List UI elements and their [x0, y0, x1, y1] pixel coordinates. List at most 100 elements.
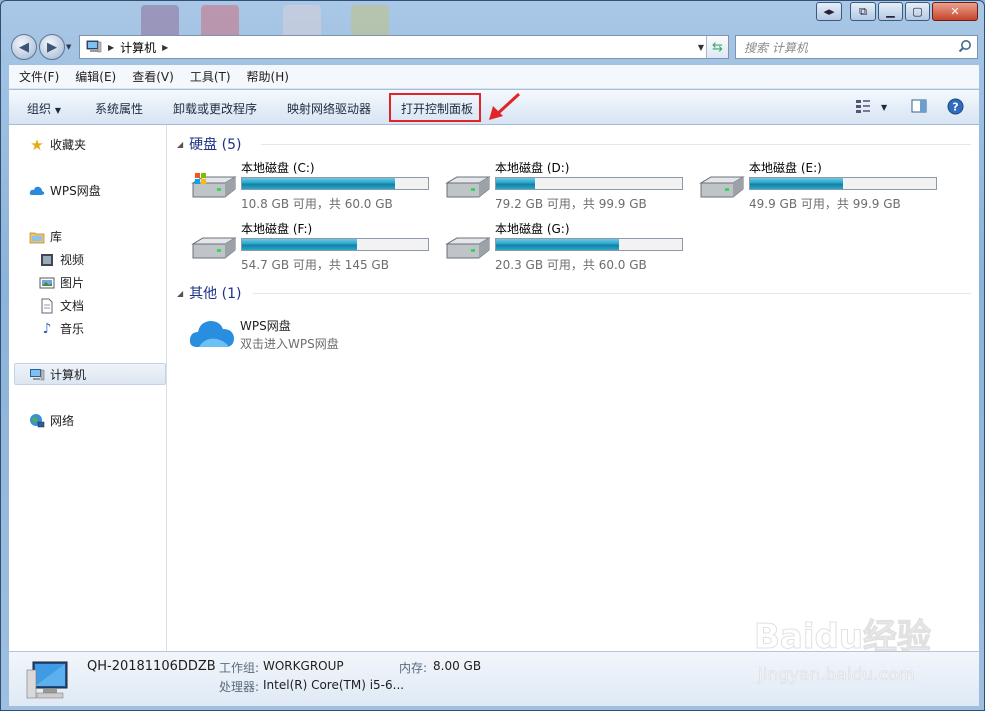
- search-icon[interactable]: [958, 39, 972, 53]
- forward-arrow-icon: ▶: [47, 39, 57, 55]
- group-title: 硬盘 (5): [189, 137, 242, 153]
- address-row: ◀ ▶ ▼ ▶ 计算机 ▶ ▼ ⇆ 搜索 计算机: [9, 33, 979, 61]
- map-network-drive-button[interactable]: 映射网络驱动器: [287, 100, 371, 117]
- organize-button[interactable]: 组织 ▼: [27, 100, 61, 117]
- highlight-box: [389, 93, 481, 122]
- hard-drive-icon: [191, 237, 237, 259]
- collapse-triangle-icon[interactable]: ◢: [177, 140, 183, 149]
- forward-button[interactable]: ▶: [39, 34, 65, 60]
- drive-usage-bar: [241, 238, 429, 251]
- close-button[interactable]: ✕: [932, 2, 978, 21]
- address-bar[interactable]: ▶ 计算机 ▶ ▼ ⇆: [79, 35, 729, 59]
- help-icon[interactable]: ?: [947, 98, 964, 115]
- breadcrumb-separator-icon[interactable]: ▶: [162, 43, 168, 52]
- maximize-button[interactable]: ▢: [905, 2, 930, 21]
- star-icon: ★: [30, 135, 44, 154]
- drive-name: 本地磁盘 (F:): [241, 222, 313, 236]
- nav-item-favorites[interactable]: ★ 收藏夹: [29, 135, 86, 154]
- nav-item-network[interactable]: 网络: [29, 412, 74, 429]
- drive-usage-fill: [242, 239, 358, 250]
- hard-drive-icon: [699, 176, 745, 198]
- drive-usage-bar: [749, 177, 937, 190]
- nav-item-videos[interactable]: 视频: [39, 251, 84, 268]
- refresh-icon[interactable]: ⇆: [706, 36, 728, 58]
- drive-free-space: 54.7 GB 可用，共 145 GB: [241, 258, 389, 272]
- drive-name: 本地磁盘 (D:): [495, 161, 570, 175]
- drive-tile[interactable]: 本地磁盘 (F:) 54.7 GB 可用，共 145 GB: [189, 220, 439, 272]
- group-header-other[interactable]: ◢ 其他 (1): [177, 283, 241, 303]
- hard-drive-icon: [191, 173, 237, 198]
- group-header-hard-disks[interactable]: ◢ 硬盘 (5): [177, 134, 241, 154]
- chevron-down-icon: ▼: [54, 106, 61, 115]
- back-button[interactable]: ◀: [11, 34, 37, 60]
- watermark-url: jingyan.baidu.com: [757, 665, 915, 685]
- menu-bar: 文件(F) 编辑(E) 查看(V) 工具(T) 帮助(H): [9, 65, 979, 89]
- organize-label: 组织: [27, 102, 52, 116]
- computer-name: QH-20181106DDZB: [87, 659, 216, 674]
- search-placeholder: 搜索 计算机: [744, 40, 808, 55]
- nav-label: 文档: [60, 299, 85, 313]
- nav-item-libraries[interactable]: 库: [29, 228, 62, 245]
- menu-help[interactable]: 帮助(H): [247, 68, 289, 85]
- switch-window-button[interactable]: ◂▸: [816, 2, 842, 21]
- memory-value: 8.00 GB: [433, 659, 482, 673]
- hard-drive-icon: [445, 237, 491, 259]
- drive-free-space: 20.3 GB 可用，共 60.0 GB: [495, 258, 647, 272]
- drive-tile[interactable]: 本地磁盘 (G:) 20.3 GB 可用，共 60.0 GB: [443, 220, 693, 272]
- nav-label: 库: [50, 230, 63, 244]
- group-title: 其他 (1): [189, 286, 242, 302]
- minimize-button[interactable]: ▁: [878, 2, 903, 21]
- view-dropdown-icon[interactable]: ▼: [881, 103, 887, 112]
- nav-item-wps-drive[interactable]: WPS网盘: [29, 182, 101, 199]
- drive-usage-bar: [495, 238, 683, 251]
- nav-item-documents[interactable]: 文档: [39, 297, 84, 314]
- nav-item-music[interactable]: ♪ 音乐: [39, 320, 84, 337]
- library-folder-icon: [29, 232, 45, 243]
- nav-label: WPS网盘: [50, 184, 101, 198]
- drive-free-space: 49.9 GB 可用，共 99.9 GB: [749, 197, 901, 211]
- history-dropdown-icon[interactable]: ▼: [66, 43, 71, 51]
- drive-usage-fill: [496, 178, 536, 189]
- nav-item-pictures[interactable]: 图片: [39, 274, 84, 291]
- red-arrow-icon: [489, 92, 521, 120]
- window-mode-button[interactable]: ⧉: [850, 2, 876, 21]
- picture-icon: [39, 277, 55, 288]
- item-name: WPS网盘: [240, 319, 291, 333]
- music-note-icon: ♪: [42, 320, 52, 337]
- cpu-value: Intel(R) Core(TM) i5-6...: [263, 678, 405, 692]
- drive-tile[interactable]: 本地磁盘 (E:) 49.9 GB 可用，共 99.9 GB: [697, 159, 947, 211]
- menu-view[interactable]: 查看(V): [132, 68, 174, 85]
- item-description: 双击进入WPS网盘: [240, 337, 339, 351]
- uninstall-program-button[interactable]: 卸载或更改程序: [173, 100, 257, 117]
- nav-label: 网络: [50, 414, 75, 428]
- svg-text:?: ?: [952, 101, 958, 114]
- drive-usage-bar: [495, 177, 683, 190]
- menu-tools[interactable]: 工具(T): [190, 68, 231, 85]
- command-bar: 组织 ▼ 系统属性 卸载或更改程序 映射网络驱动器 打开控制面板 ▼ ?: [9, 90, 979, 125]
- group-divider: [253, 293, 971, 294]
- nav-item-computer[interactable]: 计算机: [29, 366, 86, 383]
- nav-label: 音乐: [60, 322, 85, 336]
- breadcrumb-computer[interactable]: 计算机: [120, 39, 156, 56]
- breadcrumb-separator-icon: ▶: [108, 42, 115, 52]
- address-dropdown-icon[interactable]: ▼: [698, 43, 704, 52]
- drive-name: 本地磁盘 (G:): [495, 222, 570, 236]
- system-properties-button[interactable]: 系统属性: [95, 100, 143, 117]
- search-input[interactable]: 搜索 计算机: [735, 35, 978, 59]
- collapse-triangle-icon[interactable]: ◢: [177, 289, 183, 298]
- drive-free-space: 79.2 GB 可用，共 99.9 GB: [495, 197, 647, 211]
- drive-usage-fill: [750, 178, 843, 189]
- baidu-watermark: Baidu经验 jingyan.baidu.com: [754, 617, 932, 686]
- memory-label: 内存:: [399, 661, 428, 675]
- video-icon: [41, 253, 53, 266]
- computer-icon: [30, 368, 45, 380]
- preview-pane-icon[interactable]: [911, 98, 927, 114]
- menu-edit[interactable]: 编辑(E): [75, 68, 116, 85]
- drive-tile[interactable]: 本地磁盘 (D:) 79.2 GB 可用，共 99.9 GB: [443, 159, 693, 211]
- drive-free-space: 10.8 GB 可用，共 60.0 GB: [241, 197, 393, 211]
- cpu-label: 处理器:: [219, 680, 260, 694]
- drive-tile[interactable]: 本地磁盘 (C:) 10.8 GB 可用，共 60.0 GB: [189, 159, 439, 211]
- view-options-icon[interactable]: [855, 98, 871, 114]
- menu-file[interactable]: 文件(F): [19, 68, 59, 85]
- network-icon: [30, 413, 45, 427]
